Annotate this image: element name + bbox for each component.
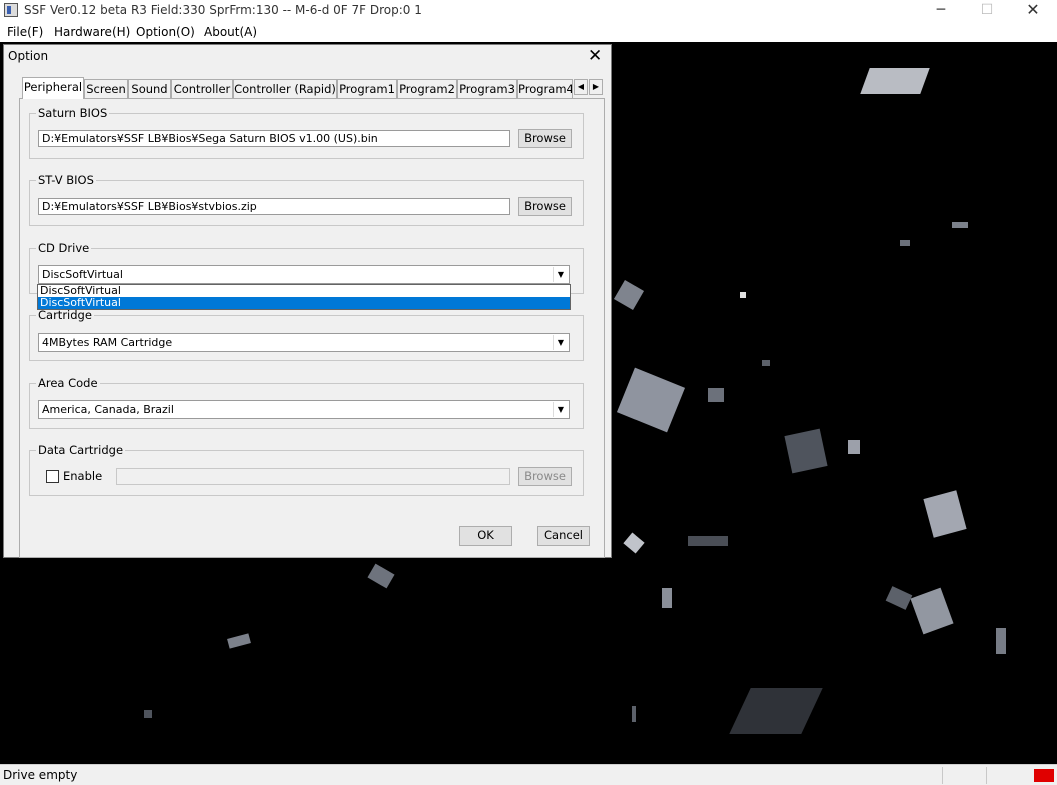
cd-drive-dropdown-list: DiscSoftVirtual DiscSoftVirtual xyxy=(37,284,571,310)
tab-peripheral[interactable]: Peripheral xyxy=(22,77,84,99)
debris-shard xyxy=(885,586,913,610)
minimize-button[interactable]: ─ xyxy=(918,0,964,21)
status-cell xyxy=(942,767,986,784)
debris-shard xyxy=(740,292,746,298)
saturn-bios-label: Saturn BIOS xyxy=(36,106,110,120)
tab-controller[interactable]: Controller xyxy=(171,79,233,99)
debris-shard xyxy=(662,588,672,608)
maximize-button[interactable]: ☐ xyxy=(964,0,1010,21)
ok-button[interactable]: OK xyxy=(459,526,512,546)
debris-shard xyxy=(613,279,645,311)
drive-status-indicator xyxy=(1034,769,1054,782)
stv-bios-browse-button[interactable]: Browse xyxy=(518,197,572,216)
debris-shard xyxy=(923,490,967,538)
status-text: Drive empty xyxy=(3,768,78,782)
chevron-down-icon[interactable]: ▼ xyxy=(553,335,568,350)
menu-hardware[interactable]: Hardware(H) xyxy=(54,25,130,39)
cd-drive-selected-value: DiscSoftVirtual xyxy=(42,268,123,281)
data-cartridge-enable-label[interactable]: Enable xyxy=(63,469,102,483)
status-cell xyxy=(986,767,1030,784)
data-cartridge-enable-checkbox[interactable] xyxy=(46,470,59,483)
menu-option[interactable]: Option(O) xyxy=(136,25,195,39)
debris-shard xyxy=(996,628,1006,654)
debris-shard xyxy=(144,710,152,718)
stv-bios-path-input[interactable]: D:¥Emulators¥SSF LB¥Bios¥stvbios.zip xyxy=(38,198,510,215)
data-cartridge-browse-button: Browse xyxy=(518,467,572,486)
cartridge-select[interactable]: 4MBytes RAM Cartridge ▼ xyxy=(38,333,570,352)
tab-sound[interactable]: Sound xyxy=(128,79,171,99)
title-bar[interactable]: SSF Ver0.12 beta R3 Field:330 SprFrm:130… xyxy=(0,0,1057,21)
saturn-bios-path-input[interactable]: D:¥Emulators¥SSF LB¥Bios¥Sega Saturn BIO… xyxy=(38,130,510,147)
chevron-down-icon[interactable]: ▼ xyxy=(553,402,568,417)
tab-program4[interactable]: Program4 xyxy=(517,79,573,99)
window-title: SSF Ver0.12 beta R3 Field:330 SprFrm:130… xyxy=(24,3,422,17)
menu-bar: File(F) Hardware(H) Option(O) About(A) xyxy=(0,22,1057,42)
data-cartridge-path-input xyxy=(116,468,510,485)
area-code-select[interactable]: America, Canada, Brazil ▼ xyxy=(38,400,570,419)
debris-shard xyxy=(708,388,724,402)
tab-program3[interactable]: Program3 xyxy=(457,79,517,99)
debris-shard xyxy=(623,532,645,554)
debris-shard xyxy=(367,563,395,589)
cd-drive-select[interactable]: DiscSoftVirtual ▼ xyxy=(38,265,570,284)
tab-program2[interactable]: Program2 xyxy=(397,79,457,99)
debris-shard xyxy=(860,68,930,94)
tab-program1[interactable]: Program1 xyxy=(337,79,397,99)
cancel-button[interactable]: Cancel xyxy=(537,526,590,546)
option-tabs: Peripheral Screen Sound Controller Contr… xyxy=(20,77,605,99)
app-icon[interactable] xyxy=(4,3,18,17)
tab-controller-rapid[interactable]: Controller (Rapid) xyxy=(233,79,337,99)
status-bar: Drive empty xyxy=(0,764,1057,785)
cd-drive-label: CD Drive xyxy=(36,241,92,255)
cartridge-selected-value: 4MBytes RAM Cartridge xyxy=(42,336,173,349)
debris-shard xyxy=(900,240,910,246)
dialog-close-button[interactable]: ✕ xyxy=(588,46,602,66)
menu-file[interactable]: File(F) xyxy=(7,25,43,39)
debris-shard xyxy=(227,633,251,649)
debris-shard xyxy=(729,688,823,734)
tab-screen[interactable]: Screen xyxy=(84,79,128,99)
tab-scroll-left-icon[interactable]: ◀ xyxy=(574,79,588,95)
close-button[interactable]: ✕ xyxy=(1010,0,1056,21)
debris-shard xyxy=(616,367,686,433)
chevron-down-icon[interactable]: ▼ xyxy=(553,267,568,282)
menu-about[interactable]: About(A) xyxy=(204,25,257,39)
debris-shard xyxy=(784,428,828,474)
tab-scroll-right-icon[interactable]: ▶ xyxy=(589,79,603,95)
dialog-title: Option xyxy=(8,49,49,63)
cd-drive-option-selected[interactable]: DiscSoftVirtual xyxy=(38,297,570,309)
data-cartridge-label: Data Cartridge xyxy=(36,443,126,457)
debris-shard xyxy=(910,587,954,635)
cartridge-label: Cartridge xyxy=(36,308,94,322)
debris-shard xyxy=(688,536,728,546)
stv-bios-label: ST-V BIOS xyxy=(36,173,96,187)
debris-shard xyxy=(848,440,860,454)
ssf-emulator-window: SSF Ver0.12 beta R3 Field:330 SprFrm:130… xyxy=(0,0,1057,785)
debris-shard xyxy=(952,222,968,228)
debris-shard xyxy=(632,706,636,722)
area-code-label: Area Code xyxy=(36,376,100,390)
area-code-selected-value: America, Canada, Brazil xyxy=(42,403,174,416)
debris-shard xyxy=(762,360,770,366)
saturn-bios-browse-button[interactable]: Browse xyxy=(518,129,572,148)
